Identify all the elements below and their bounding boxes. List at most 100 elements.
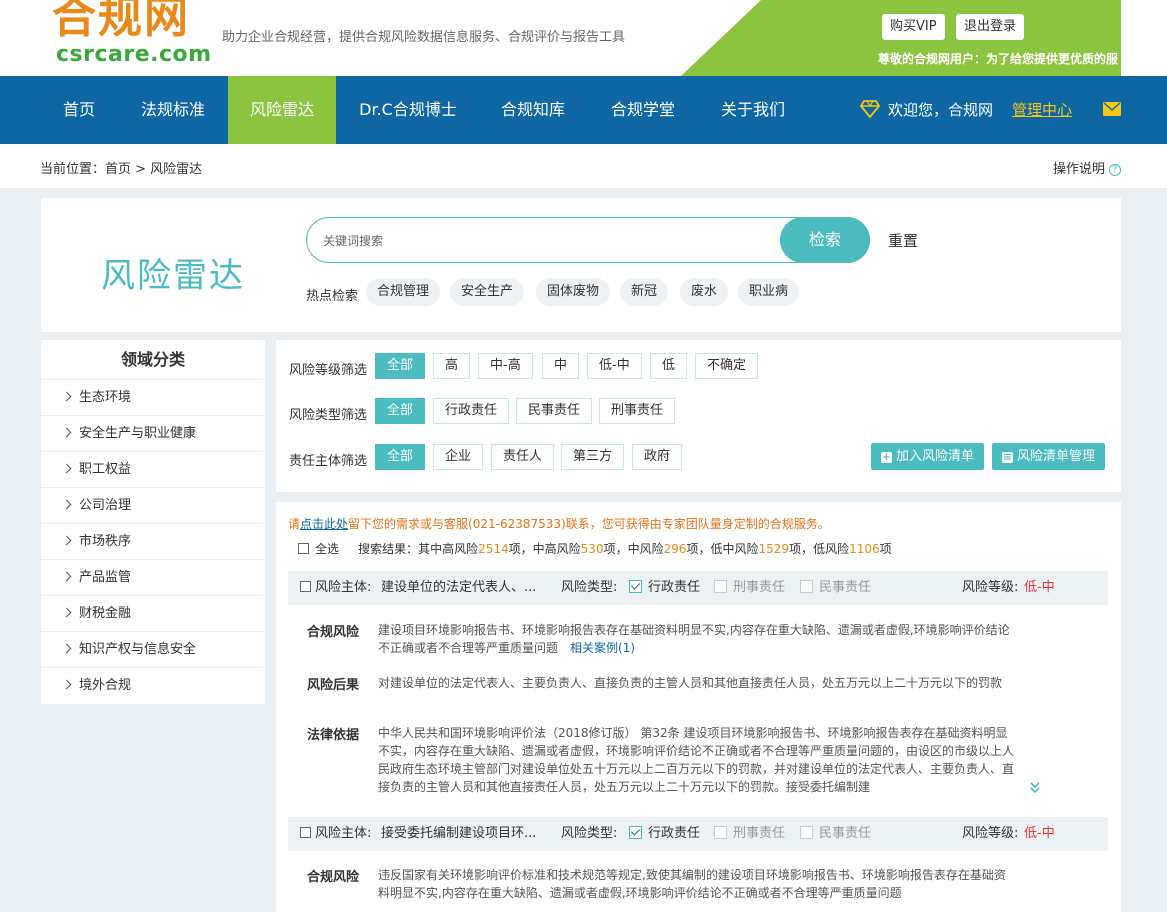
document-icon: ≡ [1002,452,1013,463]
hot-tag[interactable]: 新冠 [620,278,669,306]
hot-tag[interactable]: 职业病 [738,278,800,306]
risk-row-label: 合规风险 [307,870,360,885]
notice-text: 留下您的需求或与客服(021-62387533)联系，您可获得由专家团队量身定制… [348,517,830,531]
result-item-header: 风险主体: 建设单位的法定代表人、... 风险类型: 行政责任 刑事责任 民事责… [288,571,1108,605]
select-all-checkbox[interactable] [298,543,309,554]
filter-type-option[interactable]: 全部 [375,398,426,424]
site-header: 合规网 csrcare.com 助力企业合规经营，提供合规风险数据信息服务、合规… [0,0,1167,76]
related-cases-link[interactable]: 相关案例(1) [570,641,635,655]
type-admin-label: 行政责任 [648,580,701,595]
summary-text: 搜索结果：其中高风险 [358,542,479,556]
risk-level-filter-label: 风险等级筛选 [289,363,368,378]
count-low: 1106 [849,542,880,556]
chevron-right-icon [61,499,72,510]
level-value: 低-中 [1024,826,1055,841]
filter-level-option[interactable]: 低 [650,353,688,379]
type-label: 风险类型: [561,580,618,595]
filter-subject-option[interactable]: 全部 [375,444,426,470]
filter-subject-option[interactable]: 第三方 [561,444,625,470]
type-admin[interactable]: 行政责任 [629,817,700,851]
chevron-right-icon [61,391,72,402]
count-midhigh: 530 [580,542,604,556]
reset-button[interactable]: 重置 [888,230,918,251]
checkbox-icon [800,580,813,593]
diamond-icon [860,100,880,118]
subject-value: 接受委托编制建设项目环... [381,826,537,841]
sidebar-item[interactable]: 职工权益 [41,452,265,488]
filter-level-option[interactable]: 全部 [375,353,426,379]
management-center-link[interactable]: 管理中心 [1012,76,1072,144]
subject-value: 建设单位的法定代表人、... [381,580,537,595]
sidebar-item-label: 职工权益 [79,462,132,477]
type-admin[interactable]: 行政责任 [629,571,700,605]
subject-filter-label: 责任主体筛选 [289,454,368,469]
manage-risk-list-button[interactable]: ≡ 风险清单管理 [992,443,1106,470]
expand-down-icon[interactable] [1030,782,1040,797]
filter-subject-option[interactable]: 政府 [632,444,683,470]
contact-link[interactable]: 点击此处 [300,517,348,531]
search-input[interactable] [323,230,763,252]
type-criminal[interactable]: 刑事责任 [714,571,785,605]
nav-home[interactable]: 首页 [40,76,118,144]
nav-knowledge[interactable]: 合规知库 [488,76,578,144]
nav-risk-radar[interactable]: 风险雷达 [228,76,336,144]
nav-about[interactable]: 关于我们 [708,76,798,144]
level-label: 风险等级: [962,580,1019,595]
hot-tag[interactable]: 固体废物 [536,278,611,306]
add-risk-list-button[interactable]: + 加入风险清单 [871,443,985,470]
breadcrumb[interactable]: 当前位置：首页 > 风险雷达 [40,158,202,177]
logout-button[interactable]: 退出登录 [956,14,1025,40]
summary-text: 项 [879,542,892,556]
checkbox-icon [714,826,727,839]
type-criminal-label: 刑事责任 [733,826,786,841]
site-slogan: 助力企业合规经营，提供合规风险数据信息服务、合规评价与报告工具 [222,30,626,45]
mail-icon[interactable] [1103,102,1121,116]
hot-tag[interactable]: 废水 [680,278,729,306]
filter-level-option[interactable]: 中-高 [478,353,533,379]
notice-prefix: 请 [288,517,301,531]
filter-level-option[interactable]: 高 [433,353,471,379]
chevron-right-icon [61,643,72,654]
sidebar-item[interactable]: 公司治理 [41,488,265,524]
question-icon: ? [1109,163,1121,176]
logo-english[interactable]: csrcare.com [56,42,212,67]
item-checkbox[interactable] [300,581,311,592]
help-link[interactable]: 操作说明? [1053,158,1121,177]
filter-subject-option[interactable]: 责任人 [491,444,555,470]
sidebar-item[interactable]: 财税金融 [41,596,265,632]
filter-type-option[interactable]: 民事责任 [516,398,593,424]
type-civil[interactable]: 民事责任 [800,571,871,605]
header-greeting: 尊敬的合规网用户：为了给您提供更优质的服 [878,52,1119,66]
sidebar-item[interactable]: 境外合规 [41,668,265,704]
filter-level-option[interactable]: 中 [542,353,580,379]
nav-academy[interactable]: 合规学堂 [598,76,688,144]
sidebar-item[interactable]: 生态环境 [41,380,265,416]
count-lowmid: 1529 [758,542,790,556]
chevron-right-icon [61,607,72,618]
sidebar-item[interactable]: 知识产权与信息安全 [41,632,265,668]
summary-text: 项，中风险 [603,542,664,556]
item-checkbox[interactable] [300,827,311,838]
sidebar-item[interactable]: 安全生产与职业健康 [41,416,265,452]
hot-tag[interactable]: 合规管理 [366,278,441,306]
filter-panel: 风险等级筛选 全部 高 中-高 中 低-中 低 不确定 风险类型筛选 全部 行政… [276,340,1121,492]
nav-dr-c[interactable]: Dr.C合规博士 [346,76,470,144]
filter-type-option[interactable]: 行政责任 [433,398,510,424]
logo-chinese[interactable]: 合规网 [52,0,190,44]
type-civil[interactable]: 民事责任 [800,817,871,851]
nav-regulations[interactable]: 法规标准 [128,76,218,144]
filter-level-option[interactable]: 低-中 [587,353,642,379]
filter-type-option[interactable]: 刑事责任 [599,398,676,424]
sidebar-item-label: 生态环境 [79,390,132,405]
page-title: 风险雷达 [101,256,245,296]
sidebar-item[interactable]: 市场秩序 [41,524,265,560]
filter-level-option[interactable]: 不确定 [695,353,759,379]
buy-vip-button[interactable]: 购买VIP [882,14,945,40]
sidebar-item-label: 境外合规 [79,678,132,693]
service-notice: 请点击此处留下您的需求或与客服(021-62387533)联系，您可获得由专家团… [288,515,830,532]
sidebar-item[interactable]: 产品监管 [41,560,265,596]
type-criminal[interactable]: 刑事责任 [714,817,785,851]
hot-tag[interactable]: 安全生产 [450,278,525,306]
search-button[interactable]: 检索 [780,217,870,263]
filter-subject-option[interactable]: 企业 [433,444,484,470]
